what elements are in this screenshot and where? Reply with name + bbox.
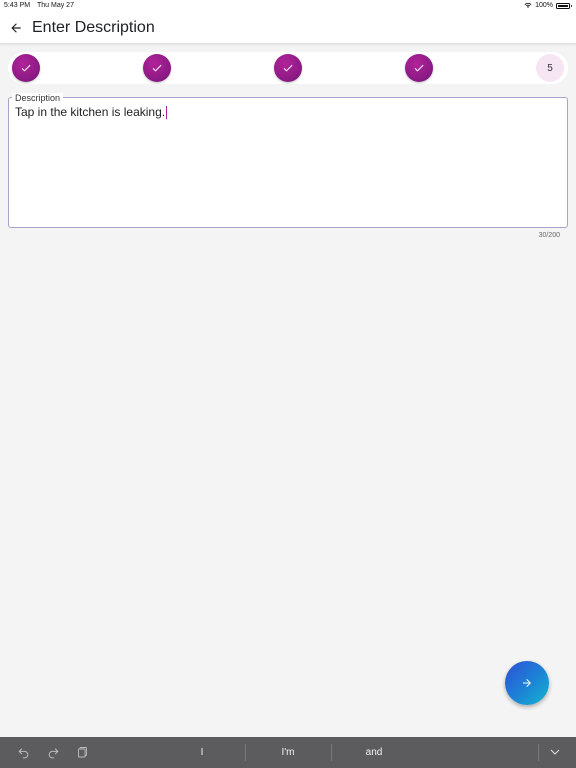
description-input[interactable]: Tap in the kitchen is leaking. [15,105,168,119]
stepper: 5 [8,52,568,84]
step-1-completed[interactable] [12,54,40,82]
redo-button[interactable] [46,745,60,759]
text-cursor [166,105,168,119]
arrow-right-icon [523,679,531,687]
undo-button[interactable] [16,745,30,759]
suggestion-1[interactable]: I [160,747,244,758]
suggestion-3[interactable]: and [332,747,416,758]
status-indicators: 100% [524,2,572,9]
page-title: Enter Description [32,19,155,36]
check-icon [21,64,31,72]
arrow-left-icon [11,23,21,33]
battery-icon [556,2,572,9]
chevron-down-icon [550,749,560,755]
status-date: Thu May 27 [37,2,74,9]
battery-percent: 100% [535,2,553,9]
step-4-completed[interactable] [405,54,433,82]
check-icon [414,64,424,72]
check-icon [283,64,293,72]
step-2-completed[interactable] [143,54,171,82]
check-icon [152,64,162,72]
keyboard-suggestion-bar: I I'm and [0,737,576,768]
paste-button[interactable] [76,745,90,759]
status-time: 5:43 PM [4,2,31,9]
back-button[interactable] [6,18,26,38]
paste-icon [78,747,87,758]
step-5-current[interactable]: 5 [536,54,564,82]
tool-divider [538,744,539,761]
wifi-icon [524,2,532,8]
status-bar: 5:43 PM Thu May 27 100% [0,0,576,12]
redo-icon [48,747,59,758]
description-label: Description [12,93,64,103]
next-button[interactable] [505,661,549,705]
dismiss-keyboard-button[interactable] [548,745,562,759]
description-text: Tap in the kitchen is leaking. [15,105,166,119]
character-counter: 30/200 [538,232,560,239]
suggestion-2[interactable]: I'm [246,747,330,758]
step-number: 5 [547,62,553,74]
app-bar: Enter Description [0,12,576,44]
step-3-completed[interactable] [274,54,302,82]
undo-icon [17,747,28,758]
